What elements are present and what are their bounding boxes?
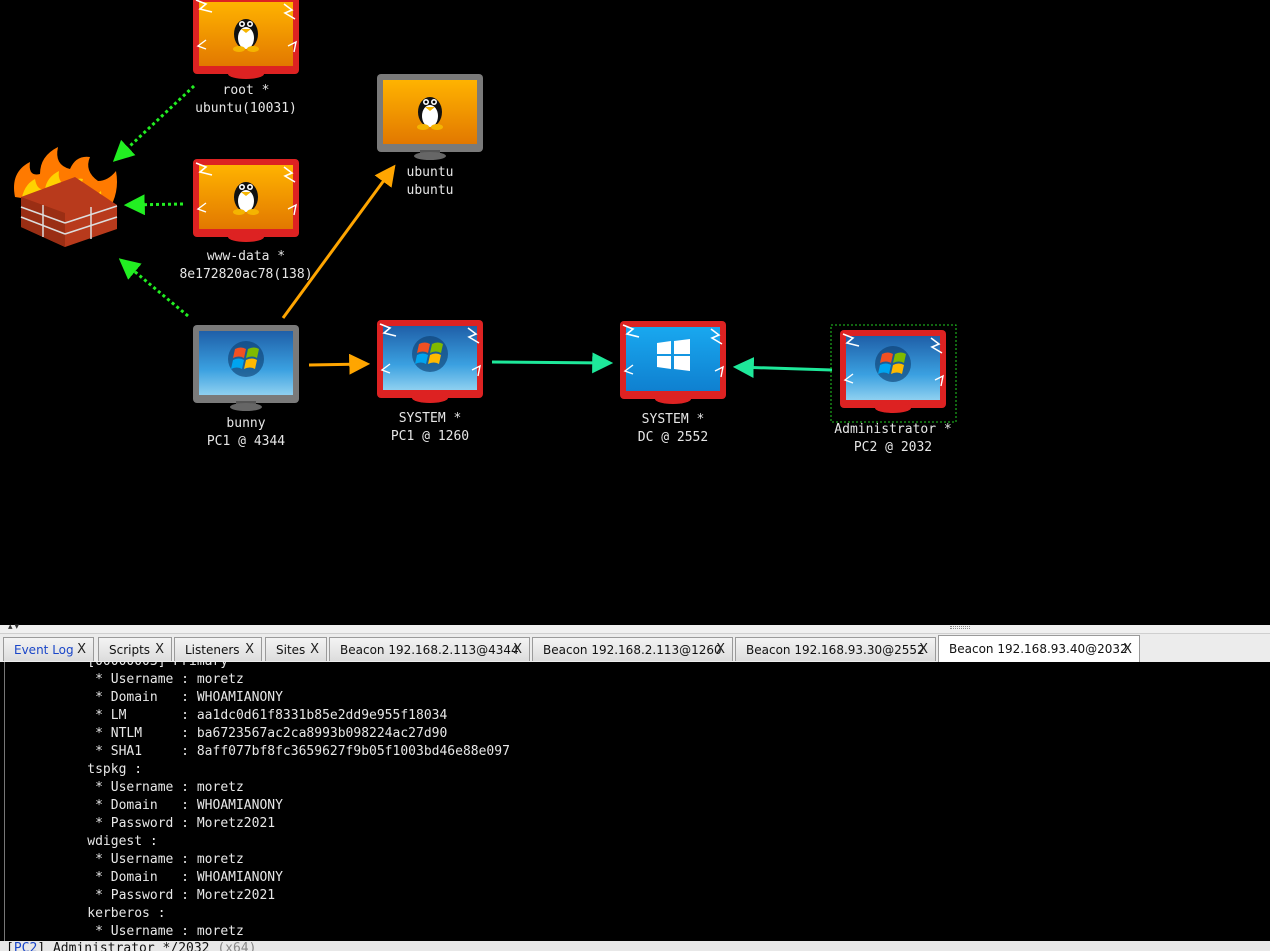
- node-user: SYSTEM *: [641, 412, 705, 427]
- status-arch: (x64): [217, 941, 257, 951]
- node-admin-pc2-label: Administrator * PC2 @ 2032: [834, 421, 951, 457]
- firewall-icon: [14, 147, 118, 247]
- status-user-pid: ] Administrator */2032: [37, 941, 210, 951]
- console-line: [00000003] Primary: [9, 662, 228, 669]
- node-system-dc-icon: [620, 321, 726, 404]
- node-host: PC1 @ 1260: [390, 429, 470, 444]
- tab-beacon-2552[interactable]: Beacon 192.168.93.30@2552 X: [735, 637, 936, 661]
- node-system-pc1-icon: [377, 320, 483, 403]
- node-user: Administrator *: [834, 422, 952, 437]
- console-text: [00000003] Primary * Username : moretz *…: [9, 662, 510, 941]
- console-line: * Username : moretz: [95, 780, 244, 795]
- node-root-ubuntu-label: root * ubuntu(10031): [195, 82, 297, 118]
- node-www-data-label: www-data * 8e172820ac78(138): [179, 248, 312, 284]
- node-user: bunny: [226, 416, 266, 431]
- close-icon[interactable]: X: [77, 642, 86, 657]
- edge-pc2-to-dc: [732, 357, 833, 379]
- edge-root-to-firewall: [112, 84, 196, 162]
- node-bunny-label: bunny PC1 @ 4344: [207, 415, 285, 451]
- node-admin-pc2-icon: [830, 324, 957, 423]
- close-icon[interactable]: X: [716, 642, 725, 657]
- pivot-graph-canvas: [14, 0, 957, 423]
- tab-listeners[interactable]: Listeners X: [174, 637, 262, 661]
- console-line: * NTLM : ba6723567ac2ca8993b098224ac27d9…: [95, 726, 448, 741]
- edge-bunny-to-system-pc1: [308, 353, 371, 375]
- tab-scripts[interactable]: Scripts X: [98, 637, 172, 661]
- console-line: kerberos :: [87, 906, 166, 921]
- console-line: * Domain : WHOAMIANONY: [95, 798, 283, 813]
- tab-sites[interactable]: Sites X: [265, 637, 327, 661]
- node-host: DC @ 2552: [637, 430, 709, 445]
- collapse-arrows-icon[interactable]: ▴▾: [8, 622, 21, 632]
- node-user: root *: [222, 83, 270, 98]
- console-line: * SHA1 : 8aff077bf8fc3659627f9b05f1003bd…: [95, 744, 510, 759]
- console-line: * Domain : WHOAMIANONY: [95, 870, 283, 885]
- node-ubuntu-label: ubuntu ubuntu: [407, 164, 454, 200]
- tab-label: Beacon 192.168.93.40@2032: [949, 642, 1128, 656]
- tab-bar: Event Log X Scripts X Listeners X Sites …: [0, 634, 1270, 662]
- node-host: PC1 @ 4344: [206, 434, 286, 449]
- close-icon[interactable]: X: [513, 642, 522, 657]
- close-icon[interactable]: X: [1123, 642, 1132, 657]
- status-host: PC2: [13, 941, 38, 951]
- tab-label: Event Log: [14, 642, 74, 657]
- node-user: www-data *: [206, 249, 286, 264]
- edge-pc1-to-dc: [491, 352, 614, 374]
- tab-label: Scripts: [109, 642, 151, 657]
- tab-beacon-4344[interactable]: Beacon 192.168.2.113@4344 X: [329, 637, 530, 661]
- split-pane-divider[interactable]: ▴▾: [0, 622, 1270, 634]
- node-system-pc1-label: SYSTEM * PC1 @ 1260: [391, 410, 469, 446]
- tab-label: Beacon 192.168.2.113@1260: [543, 642, 722, 657]
- console-line: * Username : moretz: [95, 672, 244, 687]
- node-bunny-icon: [193, 325, 299, 411]
- node-ubuntu-icon: [377, 74, 483, 160]
- close-icon[interactable]: X: [155, 642, 164, 657]
- node-user: ubuntu: [406, 165, 454, 180]
- beacon-console-output[interactable]: [00000003] Primary * Username : moretz *…: [4, 662, 1270, 941]
- node-host: ubuntu(10031): [195, 101, 297, 116]
- console-line: * Username : moretz: [95, 852, 244, 867]
- close-icon[interactable]: X: [919, 642, 928, 657]
- edge-bunny-to-ubuntu: [281, 164, 396, 319]
- tab-label: Listeners: [185, 642, 240, 657]
- node-root-ubuntu-icon: [193, 0, 299, 79]
- console-line: tspkg :: [87, 762, 143, 777]
- console-line: * LM : aa1dc0d61f8331b85e2dd9e955f18034: [95, 708, 448, 723]
- console-line: * Username : moretz: [95, 924, 244, 939]
- node-system-dc-label: SYSTEM * DC @ 2552: [638, 411, 708, 447]
- node-host: ubuntu: [406, 183, 454, 198]
- tab-label: Beacon 192.168.2.113@4344: [340, 642, 519, 657]
- console-line: * Password : Moretz2021: [95, 816, 276, 831]
- pivot-graph[interactable]: root * ubuntu(10031) ubuntu ubuntu www-d…: [0, 0, 1270, 625]
- tab-beacon-1260[interactable]: Beacon 192.168.2.113@1260 X: [532, 637, 733, 661]
- tab-event-log[interactable]: Event Log X: [3, 637, 94, 661]
- edge-wwwdata-to-firewall: [123, 194, 184, 216]
- edge-bunny-to-firewall: [118, 258, 189, 318]
- node-www-data-icon: [193, 159, 299, 242]
- close-icon[interactable]: X: [310, 642, 319, 657]
- status-bracket: [: [6, 941, 14, 951]
- tab-label: Beacon 192.168.93.30@2552: [746, 642, 925, 657]
- console-line: wdigest :: [87, 834, 158, 849]
- beacon-status-bar: [PC2] Administrator */2032 (x64): [0, 941, 1270, 951]
- node-host: PC2 @ 2032: [853, 440, 933, 455]
- node-user: SYSTEM *: [398, 411, 462, 426]
- tab-beacon-2032[interactable]: Beacon 192.168.93.40@2032 X: [938, 635, 1140, 662]
- close-icon[interactable]: X: [245, 642, 254, 657]
- node-host: 8e172820ac78(138): [179, 267, 313, 282]
- tab-label: Sites: [276, 642, 306, 657]
- console-line: * Domain : WHOAMIANONY: [95, 690, 283, 705]
- drag-grip-icon[interactable]: [950, 626, 970, 629]
- console-line: * Password : Moretz2021: [95, 888, 276, 903]
